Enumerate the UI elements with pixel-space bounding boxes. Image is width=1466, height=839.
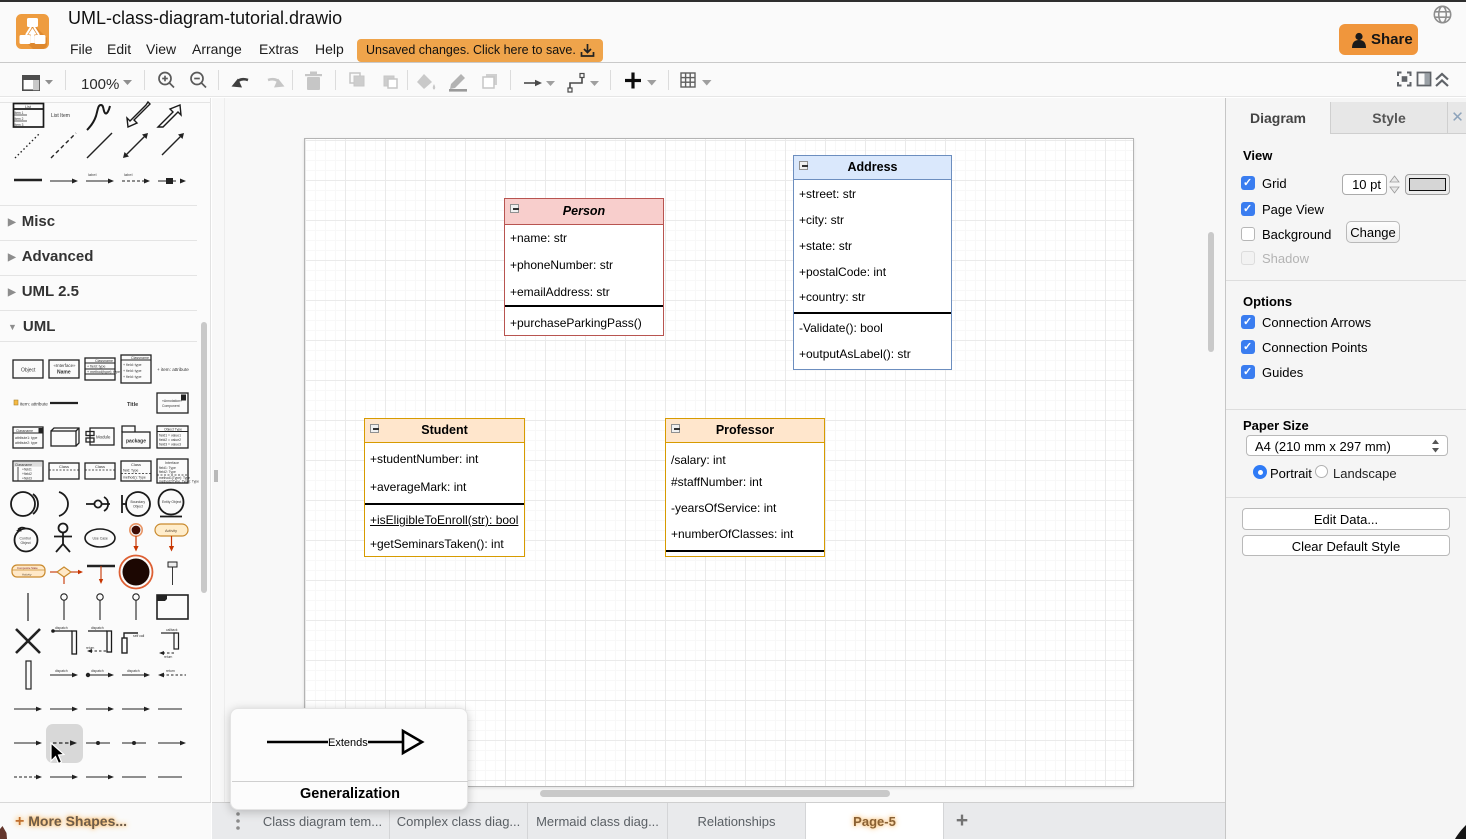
svg-text:field2 = value2: field2 = value2 — [159, 438, 181, 442]
svg-text:Item 2: Item 2 — [15, 117, 24, 121]
svg-text:Class: Class — [131, 462, 141, 467]
svg-text:Control: Control — [20, 537, 32, 541]
svg-text:+ method(type): type: + method(type): type — [87, 370, 120, 374]
svg-text:Item 3: Item 3 — [15, 123, 24, 127]
svg-text:Name: Name — [57, 370, 71, 376]
svg-text:self call: self call — [133, 634, 145, 638]
svg-text:field: Type: field: Type — [123, 469, 139, 473]
svg-text:dispatch: dispatch — [55, 626, 68, 630]
svg-text:field1 = value1: field1 = value1 — [159, 434, 181, 438]
svg-text:package: package — [126, 439, 146, 445]
svg-text:return: return — [164, 655, 173, 659]
svg-text:attribute1: type: attribute1: type — [15, 436, 38, 440]
svg-text:Item 1: Item 1 — [15, 111, 24, 115]
svg-text:Interface: Interface — [165, 461, 179, 465]
svg-text:Classname: Classname — [95, 359, 113, 363]
svg-text:Object: Object — [21, 541, 31, 545]
svg-text:Title: Title — [127, 402, 138, 408]
svg-text:return: return — [166, 669, 175, 673]
svg-text:method(): Type: method(): Type — [123, 476, 146, 480]
svg-text:Class: Class — [95, 464, 105, 469]
svg-text:+ field: type: + field: type — [87, 365, 105, 369]
svg-text:label: label — [88, 172, 97, 177]
svg-text:Classname: Classname — [15, 463, 32, 467]
svg-text:+ field: type: + field: type — [123, 369, 141, 373]
svg-text:100%: 100% — [81, 76, 119, 93]
svg-text:return: return — [86, 646, 95, 650]
svg-text:+field3: +field3 — [22, 476, 32, 480]
svg-text:field2: Type: field2: Type — [159, 470, 176, 474]
svg-text:«Annotation»: «Annotation» — [162, 399, 182, 403]
svg-text:dispatch: dispatch — [91, 669, 104, 673]
svg-text:Classname: Classname — [131, 356, 149, 360]
svg-text:dispatch: dispatch — [55, 669, 68, 673]
svg-text:Use Case: Use Case — [93, 537, 108, 541]
svg-text:Object: Object — [133, 505, 143, 509]
svg-text:Classname: Classname — [16, 429, 33, 433]
svg-text:+ field: type: + field: type — [123, 375, 141, 379]
svg-text:Extends: Extends — [328, 737, 368, 749]
svg-text:callback: callback — [166, 628, 178, 632]
svg-text:label: label — [124, 172, 133, 177]
svg-text:Object: Object — [21, 368, 36, 374]
svg-text:Boundary: Boundary — [131, 500, 146, 504]
svg-text:item: attribute: item: attribute — [20, 402, 48, 407]
svg-text:+field1: +field1 — [22, 468, 32, 472]
svg-text:Entity Object: Entity Object — [162, 500, 181, 504]
svg-text:Activity: Activity — [165, 529, 177, 533]
svg-text:Composite State: Composite State — [17, 566, 38, 570]
svg-text:«Interface»: «Interface» — [54, 363, 77, 368]
svg-text:dispatch: dispatch — [91, 626, 104, 630]
svg-text:+ item: attribute: + item: attribute — [157, 367, 189, 372]
svg-text:Activity: Activity — [22, 573, 32, 577]
svg-text:Component: Component — [162, 404, 180, 408]
svg-text:Object Type: Object Type — [164, 428, 182, 432]
svg-text:+ field: type: + field: type — [123, 363, 141, 367]
svg-text:dispatch: dispatch — [127, 669, 140, 673]
svg-text:method2(Type, Type): Type: method2(Type, Type): Type — [159, 479, 199, 483]
svg-text:List: List — [25, 105, 32, 109]
svg-text:List Item: List Item — [51, 113, 70, 119]
svg-text:Module: Module — [96, 435, 111, 440]
svg-text:Class: Class — [59, 464, 69, 469]
svg-text:attribute2: type: attribute2: type — [15, 441, 38, 445]
svg-text:+field2: +field2 — [22, 472, 32, 476]
svg-text:field3 = value3: field3 = value3 — [159, 443, 181, 447]
